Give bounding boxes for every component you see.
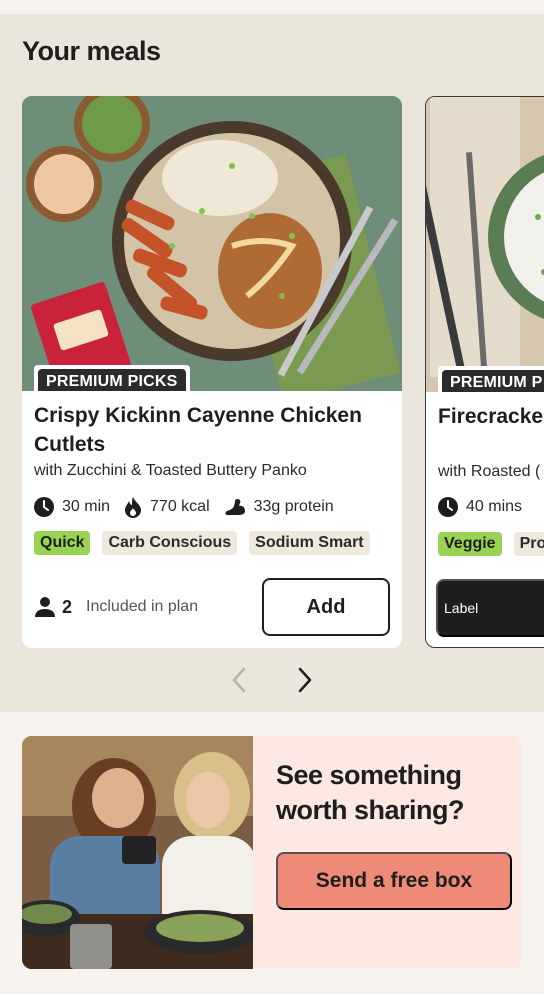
time-value: 30 min (62, 498, 111, 515)
recipe-stats: 40 mins (438, 497, 536, 517)
recipe-title[interactable]: Crispy Kickinn Cayenne Chicken Cutlets (34, 401, 374, 459)
tag-list: Quick Carb Conscious Sodium Smart (34, 531, 382, 555)
person-icon (35, 597, 55, 617)
chevron-left-icon (232, 667, 246, 693)
referral-card: See something worth sharing? Send a free… (22, 736, 522, 969)
flame-icon (125, 497, 142, 518)
meal-image[interactable]: PREMIUM PICKS (22, 96, 402, 391)
recipe-subtitle: with Roasted ( (438, 463, 541, 480)
calories-value: 770 kcal (150, 498, 210, 515)
muscle-icon (225, 499, 245, 515)
section-title: Your meals (22, 36, 161, 66)
meal-photo (426, 97, 544, 392)
time-stat: 30 min (34, 497, 110, 517)
send-free-box-button[interactable]: Send a free box (276, 852, 512, 910)
calories-stat: 770 kcal (124, 496, 210, 518)
tag-veggie: Veggie (438, 532, 502, 556)
meal-card[interactable]: PREMIUM P Firecracker Rice with Roasted … (425, 96, 544, 648)
recipe-title[interactable]: Firecracker Rice (438, 402, 544, 431)
plan-status: Included in plan (86, 598, 199, 615)
meals-section: Your meals PREMIUM PICKS Crispy Kickinn … (0, 14, 544, 712)
recipe-stats: 30 min 770 kcal 33g protein (34, 496, 348, 518)
recipe-subtitle: with Zucchini & Toasted Buttery Panko (34, 462, 307, 479)
chevron-right-icon (298, 667, 312, 693)
referral-title: See something worth sharing? (276, 760, 465, 825)
premium-badge: PREMIUM P (438, 366, 544, 392)
meal-card[interactable]: PREMIUM PICKS Crispy Kickinn Cayenne Chi… (22, 96, 402, 648)
tag-sodium-smart: Sodium Smart (249, 531, 370, 555)
servings-count: 2 (62, 596, 73, 617)
friends-photo (22, 736, 253, 969)
protein-stat: 33g protein (224, 498, 334, 516)
pager-next-button[interactable] (292, 664, 318, 696)
premium-badge-label: PREMIUM PICKS (38, 369, 186, 391)
time-stat: 40 mins (438, 497, 522, 517)
top-strip (0, 0, 544, 14)
time-value: 40 mins (466, 498, 523, 515)
meal-image[interactable]: PREMIUM P (426, 97, 544, 392)
premium-badge-label: PREMIUM P (442, 370, 544, 392)
meal-photo (22, 96, 402, 391)
clock-icon (34, 497, 54, 517)
tag-quick: Quick (34, 531, 91, 555)
servings-info: 2 Included in plan (34, 596, 198, 618)
tag-list: Veggie Pro (438, 532, 544, 556)
tag-carb-conscious: Carb Conscious (102, 531, 238, 555)
protein-value: 33g protein (253, 498, 334, 515)
tag-protein: Pro (513, 532, 544, 556)
referral-photo (22, 736, 253, 969)
label-button[interactable]: Label (436, 579, 544, 637)
clock-icon (438, 497, 458, 517)
pager-prev-button[interactable] (226, 664, 252, 696)
add-button[interactable]: Add (262, 578, 390, 636)
premium-badge: PREMIUM PICKS (34, 365, 190, 391)
